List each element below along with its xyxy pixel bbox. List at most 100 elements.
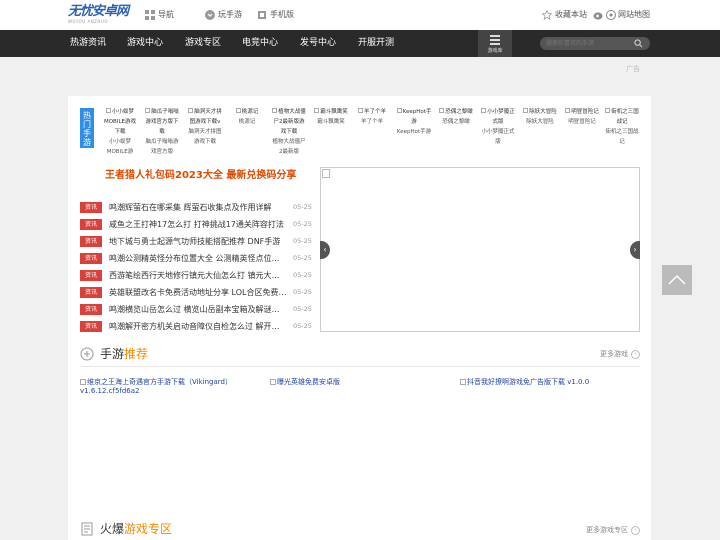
recommend-item-label: 曝光英雄免费安卓版 xyxy=(277,378,340,386)
search-icon[interactable] xyxy=(634,39,643,48)
headline-link[interactable]: 王者猎人礼包码2023大全 最新兑换码分享 xyxy=(105,166,296,181)
broken-image-icon xyxy=(396,108,402,113)
hot-game-name: 明昼冒险记 xyxy=(571,109,599,115)
recommend-item[interactable]: 维京之王海上奇遇官方手游下载（Vikingard）v1.6.12.cf5fd6a… xyxy=(80,378,250,396)
menu-icon xyxy=(490,35,500,45)
news-tag[interactable]: 资讯 xyxy=(80,321,102,332)
news-tag[interactable]: 资讯 xyxy=(80,270,102,281)
broken-image-icon xyxy=(523,108,529,113)
recommend-item[interactable]: 曝光英雄免费安卓版 xyxy=(270,378,340,387)
news-row[interactable]: 资讯 地下城与勇士起源气功师技能搭配推荐 DNF手游 05-25 xyxy=(80,236,312,248)
recommend-item[interactable]: 抖音我好撩啊游戏免广告版下载 v1.0.0 xyxy=(460,378,589,387)
hot-game-name: 植物大战僵尸2最新版游戏下载 xyxy=(273,109,306,135)
news-date: 05-25 xyxy=(293,254,312,262)
hot-game-name: 羊了个羊 xyxy=(363,109,386,115)
news-title[interactable]: 英雄联盟改名卡免费活动地址分享 LOL合区免费改名 xyxy=(109,287,287,298)
top-link-nav-label: 导航 xyxy=(158,10,174,19)
news-title[interactable]: 鸣潮解开密方机关启动音障仪自检怎么过 解开密方 xyxy=(109,321,287,332)
nav-item-game-center[interactable]: 游戏中心 xyxy=(127,30,163,57)
nav-item-gift-codes[interactable]: 发号中心 xyxy=(300,30,336,57)
broken-image-icon xyxy=(270,379,276,385)
back-to-top-button[interactable] xyxy=(662,265,692,295)
news-title[interactable]: 地下城与勇士起源气功师技能搭配推荐 DNF手游 xyxy=(109,236,287,247)
nav-item-game-zone[interactable]: 游戏专区 xyxy=(185,30,221,57)
top-link-play[interactable]: 玩手游 xyxy=(205,9,242,20)
news-row[interactable]: 资讯 英雄联盟改名卡免费活动地址分享 LOL合区免费改名 05-25 xyxy=(80,287,312,299)
logo-subtext: WUYOU ANZHUO xyxy=(68,19,109,24)
hot-game-name: 桃源记 xyxy=(241,109,259,115)
hot-game-item[interactable]: 除妖大冒险 除妖大冒险 xyxy=(522,107,558,127)
news-date: 05-25 xyxy=(293,271,312,279)
top-link-phone[interactable]: 手机版 xyxy=(257,9,294,20)
news-title[interactable]: 鸣潮辉萤石在哪采集 辉萤石收集点及作用详解 xyxy=(109,202,287,213)
broken-image-icon xyxy=(357,108,363,113)
game-library-button[interactable]: 游戏库 xyxy=(478,30,512,57)
news-title[interactable]: 西游笔绘西行天地修行镇元大仙怎么打 镇元大仙打法 xyxy=(109,270,287,281)
hot-game-item[interactable]: 脑洞天才拼图游戏下载v 脑洞天才拼图游戏下载 xyxy=(187,107,223,147)
section-title-hot-zones: 火爆游戏专区 xyxy=(80,520,172,537)
top-link-phone-label: 手机版 xyxy=(270,10,294,19)
recommend-item-label: 抖音我好撩啊游戏免广告版下载 v1.0.0 xyxy=(467,378,590,386)
hot-game-item[interactable]: 植物大战僵尸2最新版游戏下载植物大战僵尸2最新版 xyxy=(271,107,307,157)
news-tag[interactable]: 资讯 xyxy=(80,236,102,247)
broken-image-icon xyxy=(460,379,466,385)
hot-game-item[interactable]: 桃源记 桃源记 xyxy=(229,107,265,127)
news-title[interactable]: 鸣潮公测精英怪分布位置大全 公测精英怪点位一览 xyxy=(109,253,287,264)
hot-game-item[interactable]: 脑瓜子嗡嗡游戏官方版下载脑瓜子嗡嗡游戏官方版 xyxy=(144,107,180,157)
hot-game-caption: 植物大战僵尸2最新版 xyxy=(272,139,306,155)
section-title-highlight: 推荐 xyxy=(124,347,149,361)
section-title-mobile-recommend: 手游推荐 xyxy=(80,345,148,362)
hot-game-caption: 明昼冒险记 xyxy=(568,119,596,125)
phone-icon xyxy=(258,10,266,19)
hot-game-caption: 小小蚁梦MOBILE游 xyxy=(106,139,134,155)
news-row[interactable]: 资讯 鸣潮解开密方机关启动音障仪自检怎么过 解开密方 05-25 xyxy=(80,321,312,333)
news-tag[interactable]: 资讯 xyxy=(80,287,102,298)
ad-label: 广告 xyxy=(626,65,640,73)
hot-game-item[interactable]: 霸斗飘鹰笑 霸斗飘鹰笑 xyxy=(313,107,349,127)
gamepad-icon xyxy=(205,9,215,20)
hot-game-caption: 恐偶之黎瞰 xyxy=(442,119,470,125)
section-title-prefix: 手游 xyxy=(100,347,125,361)
star-icon xyxy=(542,9,552,20)
news-row[interactable]: 资讯 咸鱼之王打神17怎么打 打神挑战17通关阵容打法 05-25 xyxy=(80,219,312,231)
news-title[interactable]: 鸣潮横览山岳怎么过 横览山岳副本宝箱及解谜攻略 xyxy=(109,304,287,315)
broken-image-icon xyxy=(188,108,194,113)
weibo-icon xyxy=(593,12,603,19)
news-title[interactable]: 咸鱼之王打神17怎么打 打神挑战17通关阵容打法 xyxy=(109,219,287,230)
nav-item-server-open[interactable]: 开服开测 xyxy=(358,30,394,57)
news-tag[interactable]: 资讯 xyxy=(80,304,102,315)
banner-slider[interactable] xyxy=(320,167,640,332)
hot-game-caption: 脑瓜子嗡嗡游戏官方版 xyxy=(145,139,179,155)
hot-game-item[interactable]: 小小蚁梦MOBILE游戏下载 小小蚁梦MOBILE游 xyxy=(102,107,138,157)
broken-image-icon xyxy=(439,108,445,113)
news-row[interactable]: 资讯 鸣潮辉萤石在哪采集 辉萤石收集点及作用详解 05-25 xyxy=(80,202,312,214)
document-icon xyxy=(81,522,93,535)
top-link-favorite[interactable]: 收藏本站 xyxy=(542,9,587,20)
news-row[interactable]: 资讯 西游笔绘西行天地修行镇元大仙怎么打 镇元大仙打法 05-25 xyxy=(80,270,312,282)
hot-game-item[interactable]: 恐偶之黎瞰 恐偶之黎瞰 xyxy=(438,107,474,127)
news-row[interactable]: 资讯 鸣潮横览山岳怎么过 横览山岳副本宝箱及解谜攻略 05-25 xyxy=(80,304,312,316)
section-title-prefix: 火爆 xyxy=(100,522,125,536)
top-link-sitemap[interactable]: 网站地图 xyxy=(593,9,650,20)
site-logo[interactable]: 无忧安卓网 WUYOU ANZHUO xyxy=(68,4,129,28)
top-link-play-label: 玩手游 xyxy=(218,10,242,19)
news-tag[interactable]: 资讯 xyxy=(80,253,102,264)
hot-game-name: 街机之三国战记 xyxy=(611,109,639,125)
nav-item-news[interactable]: 热游资讯 xyxy=(70,30,106,57)
top-link-nav[interactable]: 导航 xyxy=(145,9,174,20)
news-row[interactable]: 资讯 鸣潮公测精英怪分布位置大全 公测精英怪点位一览 05-25 xyxy=(80,253,312,265)
hot-game-item[interactable]: 羊了个羊 羊了个羊 xyxy=(354,107,390,127)
news-tag[interactable]: 资讯 xyxy=(80,202,102,213)
hot-game-item[interactable]: 小小梦魇正式版 小小梦魇正式版 xyxy=(480,107,516,147)
hot-game-name: 恐偶之黎瞰 xyxy=(445,109,473,115)
nav-item-esports[interactable]: 电竞中心 xyxy=(242,30,278,57)
hot-game-name: 脑瓜子嗡嗡游戏官方版下载 xyxy=(145,109,179,135)
more-zones-link[interactable]: 更多游戏专区 › xyxy=(586,525,640,535)
news-tag[interactable]: 资讯 xyxy=(80,219,102,230)
recommend-item-label: 维京之王海上奇遇官方手游下载（Vikingard）v1.6.12.cf5fd6a… xyxy=(80,378,232,395)
hot-game-item[interactable]: 明昼冒险记 明昼冒险记 xyxy=(564,107,600,127)
hot-game-item[interactable]: 街机之三国战记 街机之三国战记 xyxy=(604,107,640,147)
hot-game-caption: 除妖大冒险 xyxy=(526,119,554,125)
more-games-link[interactable]: 更多游戏 › xyxy=(600,349,640,359)
hot-game-item[interactable]: KeepHot手游 KeepHot手游 xyxy=(396,107,432,137)
